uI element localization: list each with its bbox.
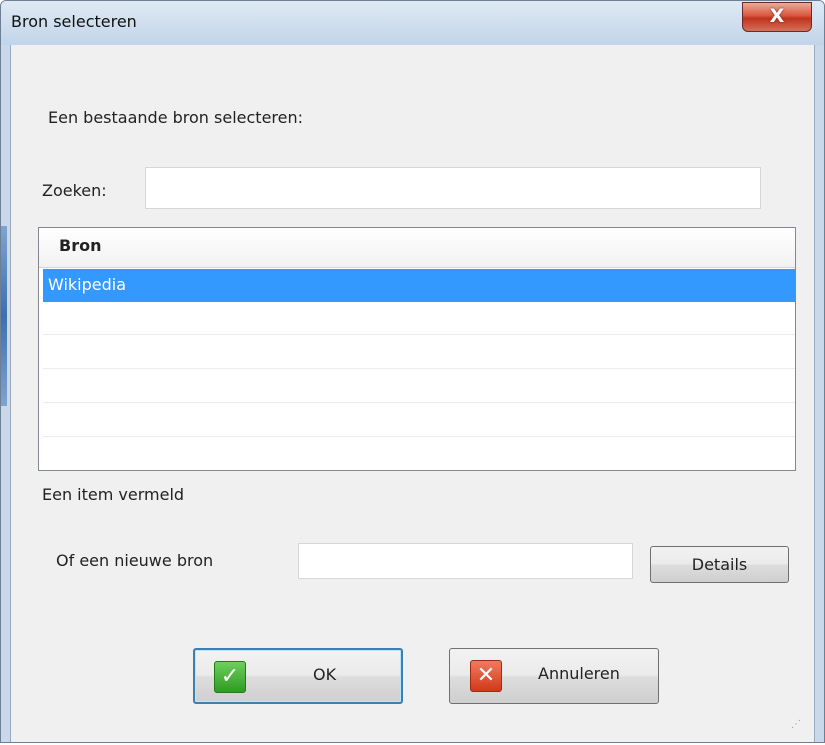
item-count-text: Een item vermeld (42, 485, 185, 504)
window-title: Bron selecteren (11, 12, 137, 31)
source-list[interactable]: Bron Wikipedia (38, 227, 796, 471)
new-source-label: Of een nieuwe bron (56, 551, 214, 570)
list-item[interactable] (43, 404, 795, 437)
column-header-label: Bron (59, 236, 102, 255)
new-source-input[interactable] (298, 543, 633, 579)
close-icon: X (769, 5, 785, 27)
close-button[interactable]: X (742, 2, 812, 32)
cancel-button-label: Annuleren (538, 664, 620, 683)
details-button-label: Details (691, 555, 748, 574)
list-item[interactable] (43, 336, 795, 369)
resize-grip-icon[interactable]: ⋰ (791, 718, 805, 732)
select-existing-label: Een bestaande bron selecteren: (48, 108, 304, 127)
ok-button[interactable]: ✓ OK (193, 648, 403, 704)
column-header-bron[interactable]: Bron (39, 228, 795, 268)
list-item-label: Wikipedia (48, 275, 127, 294)
title-bar[interactable]: Bron selecteren X (1, 1, 824, 45)
list-item[interactable] (43, 302, 795, 335)
dialog-window: Bron selecteren X Een bestaande bron sel… (0, 0, 825, 743)
search-label: Zoeken: (42, 181, 107, 200)
search-input[interactable] (145, 167, 761, 209)
details-button[interactable]: Details (650, 546, 789, 583)
list-item[interactable]: Wikipedia (43, 269, 795, 302)
cancel-button[interactable]: ✕ Annuleren (449, 648, 659, 704)
list-item[interactable] (43, 370, 795, 403)
window-edge (1, 226, 7, 406)
checkmark-icon: ✓ (214, 661, 246, 693)
cross-icon: ✕ (470, 660, 502, 692)
ok-button-label: OK (313, 665, 337, 684)
